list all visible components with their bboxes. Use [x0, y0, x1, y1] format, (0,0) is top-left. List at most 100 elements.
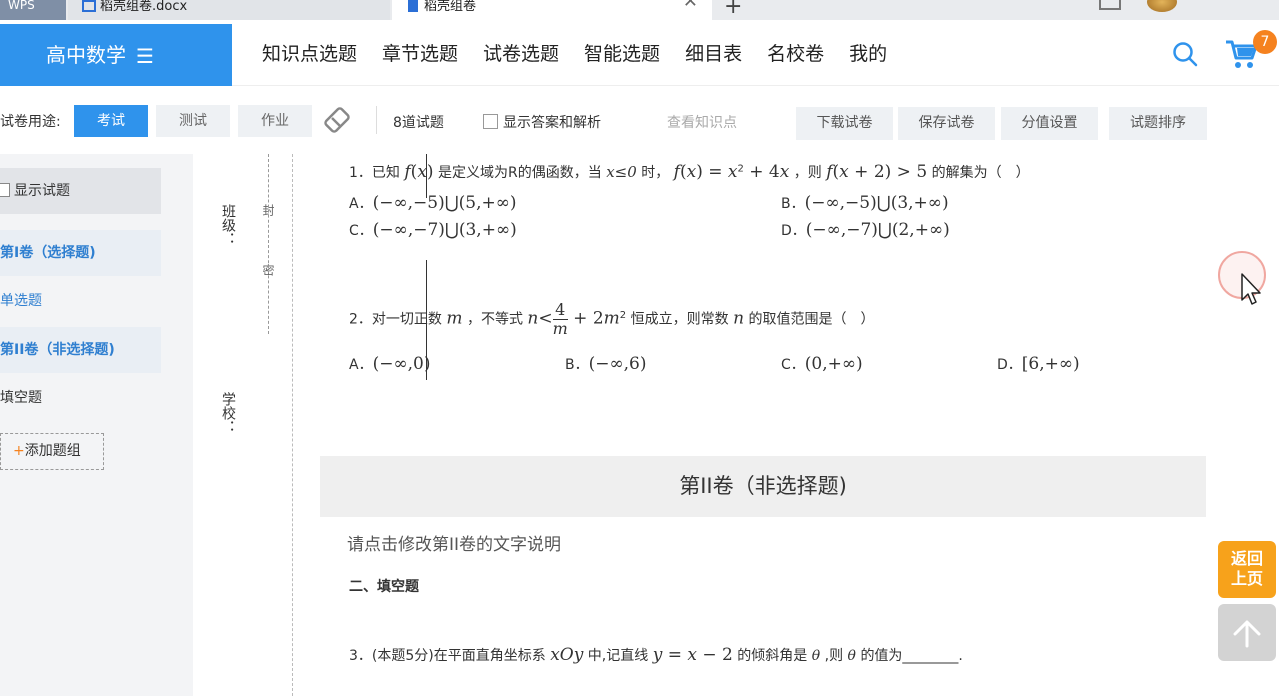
window-icon[interactable] [1099, 0, 1121, 10]
option-letter: D． [781, 223, 806, 239]
q3-text-4: 的值为________. [860, 648, 963, 664]
section-2-header[interactable]: 第II卷（非选择题) [320, 456, 1206, 517]
nav-famous-school[interactable]: 名校卷 [767, 24, 824, 86]
option-value: (−∞,−5)⋃(5,+∞) [372, 193, 517, 213]
nav-knowledge[interactable]: 知识点选题 [262, 24, 357, 86]
close-icon[interactable]: ✕ [683, 0, 698, 11]
q1-option-c[interactable]: C．(−∞,−7)⋃(3,+∞) [349, 220, 517, 240]
sidebar: 显示试题 第I卷（选择题) 单选题 第II卷（非选择题) 填空题 +添加题组 [0, 154, 193, 696]
main-nav: 知识点选题 章节选题 试卷选题 智能选题 细目表 名校卷 我的 [262, 24, 912, 86]
school-label: 学校： [220, 392, 236, 434]
sidebar-item-fill-blank[interactable]: 填空题 [0, 375, 161, 421]
purpose-exam-button[interactable]: 考试 [74, 105, 148, 137]
seal-dash-line [268, 154, 269, 334]
q2-text-2: 恒成立，则常数 [630, 311, 729, 328]
mouse-cursor-icon [1241, 273, 1261, 305]
page-icon [408, 0, 418, 12]
q2-option-d[interactable]: D．[6,+∞) [997, 354, 1080, 374]
q2-option-a[interactable]: A．(−∞,0) [349, 354, 430, 374]
tab-wps[interactable]: WPS [0, 0, 66, 20]
paper-toolbar: 试卷用途: 考试 测试 作业 8道试题 显示答案和解析 查看知识点 下载试卷 保… [0, 98, 1279, 142]
avatar[interactable] [1147, 0, 1177, 12]
purpose-test-button[interactable]: 测试 [156, 105, 230, 137]
q1-condition: x≤0 [606, 163, 637, 181]
nav-smart[interactable]: 智能选题 [584, 24, 660, 86]
q3-number: 3．(本题5分)在平面直角坐标系 [349, 648, 546, 664]
show-questions-toggle[interactable]: 显示试题 [0, 168, 161, 214]
subject-label: 高中数学 [46, 43, 126, 67]
nav-mine[interactable]: 我的 [849, 24, 887, 86]
q1-option-a[interactable]: A．(−∞,−5)⋃(5,+∞) [349, 193, 517, 213]
purpose-label: 试卷用途: [0, 114, 61, 130]
q2-option-b[interactable]: B．(−∞,6) [565, 354, 647, 374]
q2-number: 2．对一切正数 [349, 311, 442, 328]
score-settings-button[interactable]: 分值设置 [1001, 107, 1098, 140]
back-label-2: 上页 [1230, 569, 1263, 588]
subject-selector[interactable]: 高中数学 ☰ [0, 24, 232, 86]
option-value: (−∞,−7)⋃(2,+∞) [805, 220, 950, 240]
new-tab-button[interactable]: + [724, 0, 742, 19]
tab-active[interactable]: 稻壳组卷 ✕ [392, 0, 712, 20]
question-3-stem[interactable]: 3．(本题5分)在平面直角坐标系 xOy 中,记直线 y = x − 2 的倾斜… [349, 645, 963, 665]
fill-blank-heading: 二、填空题 [349, 579, 419, 595]
add-group-label: 添加题组 [24, 443, 81, 459]
q3-text-1: 中,记直线 [587, 648, 649, 664]
option-value: (−∞,−7)⋃(3,+∞) [372, 220, 517, 240]
question-order-button[interactable]: 试题排序 [1109, 107, 1207, 140]
window-controls [1099, 0, 1259, 20]
back-page-button[interactable]: 返回 上页 [1218, 541, 1276, 598]
view-knowledge-link[interactable]: 查看知识点 [667, 112, 737, 132]
option-value: (−∞,0) [372, 354, 431, 374]
question-1-stem[interactable]: 1．已知 f(x) 是定义域为R的偶函数，当 x≤0 时， f(x) = x2 … [349, 162, 1030, 182]
show-answer-label: 显示答案和解析 [503, 115, 601, 131]
option-letter: C． [349, 223, 373, 239]
nav-paper[interactable]: 试卷选题 [483, 24, 559, 86]
sidebar-item-part2[interactable]: 第II卷（非选择题) [0, 327, 161, 373]
plus-icon: + [13, 443, 25, 459]
q1-text-1: 是定义域为R的偶函数，当 [438, 165, 602, 181]
binding-dash-line [292, 154, 293, 696]
checkbox-icon[interactable] [483, 114, 498, 129]
show-answer-checkbox[interactable]: 显示答案和解析 [483, 112, 601, 132]
question-2-stem[interactable]: 2．对一切正数 m ，不等式 n< 4 m + 2m2 恒成立，则常数 n 的取值范… [349, 301, 874, 338]
sidebar-item-part1[interactable]: 第I卷（选择题) [0, 230, 161, 276]
option-value: (−∞,6) [588, 354, 647, 374]
checkbox-icon[interactable] [0, 183, 10, 197]
tab-active-label: 稻壳组卷 [424, 0, 477, 14]
back-label-1: 返回 [1230, 549, 1263, 568]
q1-option-b[interactable]: B．(−∞,−5)⋃(3,+∞) [781, 193, 949, 213]
option-letter: B． [565, 357, 589, 373]
scroll-top-button[interactable] [1218, 604, 1276, 661]
tab-docx-label: 稻壳组卷.docx [100, 0, 188, 14]
option-value: [6,+∞) [1021, 354, 1080, 374]
option-letter: A． [349, 196, 373, 212]
option-letter: D． [997, 357, 1022, 373]
tab-docx[interactable]: 稻壳组卷.docx [68, 0, 390, 20]
section-2-description[interactable]: 请点击修改第II卷的文字说明 [347, 530, 561, 555]
option-letter: B． [781, 196, 805, 212]
option-value: (0,+∞) [804, 354, 863, 374]
binding-margin: 班级： 学校： 封 密 [193, 154, 427, 696]
download-paper-button[interactable]: 下载试卷 [796, 107, 893, 140]
purpose-homework-button[interactable]: 作业 [238, 105, 312, 137]
q1-option-d[interactable]: D．(−∞,−7)⋃(2,+∞) [781, 220, 950, 240]
menu-icon[interactable]: ☰ [136, 25, 154, 87]
eraser-icon[interactable] [320, 104, 354, 138]
nav-detail-table[interactable]: 细目表 [685, 24, 742, 86]
save-paper-button[interactable]: 保存试卷 [898, 107, 995, 140]
search-icon[interactable] [1172, 41, 1198, 67]
q2-text-1: ，不等式 [466, 311, 523, 328]
q3-text-3: ,则 [824, 648, 844, 664]
option-letter: A． [349, 357, 373, 373]
site-header: 高中数学 ☰ 知识点选题 章节选题 试卷选题 智能选题 细目表 名校卷 我的 7 [0, 24, 1279, 86]
q1-text-2: 时， [641, 165, 670, 181]
add-group-button[interactable]: +添加题组 [0, 433, 104, 470]
sidebar-item-single-choice[interactable]: 单选题 [0, 278, 161, 324]
q2-option-c[interactable]: C．(0,+∞) [781, 354, 863, 374]
cart-count-badge: 7 [1253, 30, 1277, 54]
class-label: 班级： [220, 204, 236, 246]
q1-number: 1．已知 [349, 165, 400, 181]
document-icon [82, 0, 96, 12]
nav-chapter[interactable]: 章节选题 [382, 24, 458, 86]
q1-text-3: ，则 [793, 165, 822, 181]
